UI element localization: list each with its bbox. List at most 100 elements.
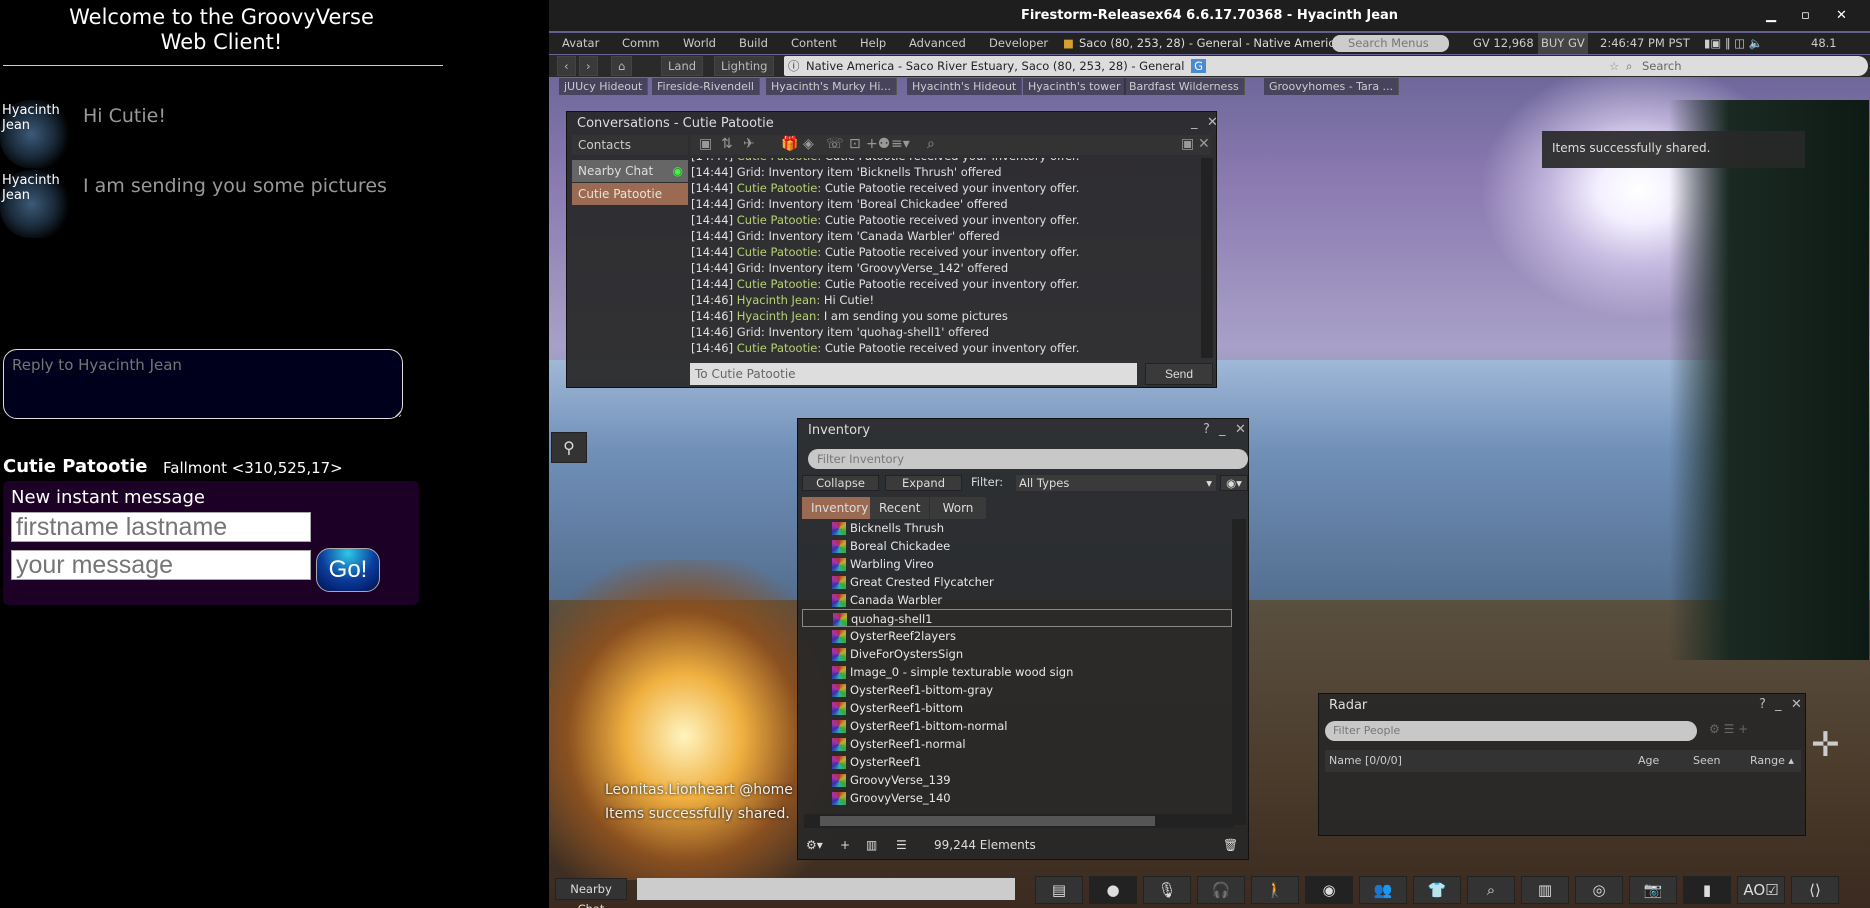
column-seen[interactable]: Seen [1693, 750, 1721, 772]
chat-icon[interactable]: ● [1089, 876, 1137, 904]
favorite-item[interactable]: Hyacinth's Murky Hi... [766, 78, 897, 95]
gift-icon[interactable]: 🎁 [781, 136, 798, 152]
chat-sender[interactable]: Cutie Patootie: [737, 277, 821, 291]
inventory-scrollbar[interactable] [1232, 519, 1246, 825]
favorite-item[interactable]: jUUcy Hideout [559, 78, 649, 95]
home-icon[interactable]: ⌂ [611, 56, 633, 76]
add-icon[interactable]: + [840, 831, 850, 859]
forward-button[interactable]: › [579, 56, 598, 76]
snapshot-camera-icon[interactable]: 📷 [1629, 876, 1677, 904]
reply-input[interactable] [3, 349, 403, 419]
inventory-icon[interactable]: ▮ [1683, 876, 1731, 904]
menu-build[interactable]: Build [739, 33, 768, 54]
favorite-item[interactable]: Hyacinth's tower [1023, 78, 1127, 95]
tear-off-icon[interactable]: ▣ [1181, 136, 1194, 152]
inventory-item[interactable]: Image_0 - simple texturable wood sign [802, 663, 1232, 681]
menu-comm[interactable]: Comm [622, 33, 659, 54]
visibility-icon[interactable]: ◉▾ [1220, 475, 1248, 491]
inventory-item[interactable]: DiveForOystersSign [802, 645, 1232, 663]
location-pin-icon[interactable]: ⚲ [551, 432, 587, 463]
help-icon[interactable]: ? [1759, 697, 1766, 712]
add-participant-icon[interactable]: +⚉ [866, 136, 890, 152]
current-location[interactable]: Saco (80, 253, 28) - General - Native Am… [1079, 33, 1342, 54]
menu-world[interactable]: World [683, 33, 716, 54]
search-input[interactable]: ⌕ Search [1620, 56, 1868, 76]
radar-icon[interactable]: ◎ [1575, 876, 1623, 904]
inventory-item[interactable]: OysterReef1-bittom-normal [802, 717, 1232, 735]
media-icon[interactable]: ▮▣ ‖ ◫ 🔈 [1704, 33, 1763, 54]
teleport-icon[interactable]: ✈ [743, 136, 755, 152]
filter-inventory-input[interactable]: Filter Inventory [808, 449, 1248, 469]
minimize-icon[interactable]: _ [1191, 115, 1198, 130]
inventory-item[interactable]: OysterReef1-normal [802, 735, 1232, 753]
tab-inventory[interactable]: Inventory [802, 497, 878, 519]
lighting-button[interactable]: Lighting [714, 56, 775, 76]
camera-control-icon[interactable]: ✛ [1811, 725, 1840, 765]
inventory-item[interactable]: Great Crested Flycatcher [802, 573, 1232, 591]
conversation-tab-nearby-chat[interactable]: Nearby Chat ◉ [572, 160, 688, 182]
ao-button[interactable]: AO☑ [1737, 876, 1785, 904]
scroll-thumb[interactable] [820, 816, 1155, 826]
favorite-star-icon[interactable]: ☆ [1609, 56, 1619, 76]
map-icon[interactable]: ▥ [1521, 876, 1569, 904]
conversation-input[interactable]: To Cutie Patootie [690, 363, 1137, 385]
chat-sender[interactable]: Cutie Patootie: [737, 213, 821, 227]
location-bar[interactable]: ⓘ Native America - Saco River Estuary, S… [784, 56, 1654, 76]
search-icon[interactable]: ⌕ [1467, 876, 1515, 904]
minimize-icon[interactable]: _ [1775, 697, 1782, 712]
list-icon[interactable]: ☰ [896, 831, 907, 859]
menu-advanced[interactable]: Advanced [909, 33, 966, 54]
send-button[interactable]: Send [1145, 363, 1213, 385]
chat-sender[interactable]: Hyacinth Jean: [737, 309, 820, 323]
gestures-icon[interactable]: ⟨⟩ [1791, 876, 1839, 904]
inventory-item[interactable]: Bicknells Thrush [802, 519, 1232, 537]
headphones-icon[interactable]: 🎧 [1197, 876, 1245, 904]
chat-sender[interactable]: Hyacinth Jean: [737, 293, 820, 307]
contacts-header[interactable]: Contacts [572, 135, 688, 155]
menu-developer[interactable]: Developer [989, 33, 1048, 54]
conversation-tab-cutie-patootie[interactable]: Cutie Patootie [572, 183, 688, 205]
search-icon[interactable]: ⌕ [927, 136, 935, 152]
column-age[interactable]: Age [1638, 750, 1659, 772]
close-icon[interactable]: ✕ [1235, 422, 1246, 437]
menu-avatar[interactable]: Avatar [562, 33, 599, 54]
chat-scrollbar[interactable] [1201, 158, 1213, 358]
help-icon[interactable]: ? [1203, 422, 1210, 437]
inventory-item[interactable]: Canada Warbler [802, 591, 1232, 609]
inventory-item[interactable]: GroovyVerse_140 [802, 789, 1232, 807]
balance[interactable]: GV 12,968 [1473, 33, 1534, 54]
menu-content[interactable]: Content [791, 33, 837, 54]
expand-button[interactable]: Expand [885, 475, 962, 491]
tab-recent[interactable]: Recent [870, 497, 930, 519]
inventory-horizontal-scrollbar[interactable] [804, 814, 1234, 828]
go-button[interactable]: Go! [316, 548, 380, 592]
chat-sender[interactable]: Cutie Patootie: [737, 158, 821, 163]
nearby-chat-button[interactable]: Nearby Chat [555, 878, 627, 908]
close-icon[interactable]: ✕ [1207, 115, 1218, 130]
im-message-input[interactable] [11, 550, 311, 580]
friend-icon[interactable]: ⇅ [721, 136, 733, 152]
inventory-item[interactable]: Boreal Chickadee [802, 537, 1232, 555]
gear-icon[interactable]: ⚙ ☰ + [1709, 722, 1748, 736]
tab-worn[interactable]: Worn [930, 497, 986, 519]
filter-type-select[interactable]: All Types ▾ [1016, 475, 1216, 491]
inventory-item[interactable]: Warbling Vireo [802, 555, 1232, 573]
inventory-item[interactable]: OysterReef1-bittom-gray [802, 681, 1232, 699]
filter-people-input[interactable]: Filter People [1325, 721, 1697, 741]
land-button[interactable]: Land [661, 56, 704, 76]
chat-sender[interactable]: Cutie Patootie: [737, 181, 821, 195]
favorite-item[interactable]: Groovyhomes - Tara ... [1264, 78, 1400, 95]
recipient-name-input[interactable] [11, 512, 311, 542]
inventory-item[interactable]: quohag-shell1 [802, 609, 1232, 627]
close-icon[interactable]: ✕ [1836, 0, 1847, 31]
column-range[interactable]: Range ▴ [1750, 750, 1794, 772]
close-icon[interactable]: ✕ [1791, 697, 1802, 712]
favorite-item[interactable]: Bardfast Wilderness [1124, 78, 1245, 95]
inventory-item[interactable]: OysterReef1-bittom [802, 699, 1232, 717]
call-icon[interactable]: ☏ [826, 136, 844, 152]
favorite-item[interactable]: Fireside-Rivendell [652, 78, 760, 95]
column-name[interactable]: Name [0/0/0] [1329, 750, 1402, 772]
microphone-icon[interactable]: 🎙 [1143, 876, 1191, 904]
inventory-item[interactable]: GroovyVerse_139 [802, 771, 1232, 789]
walk-icon[interactable]: 🚶 [1251, 876, 1299, 904]
